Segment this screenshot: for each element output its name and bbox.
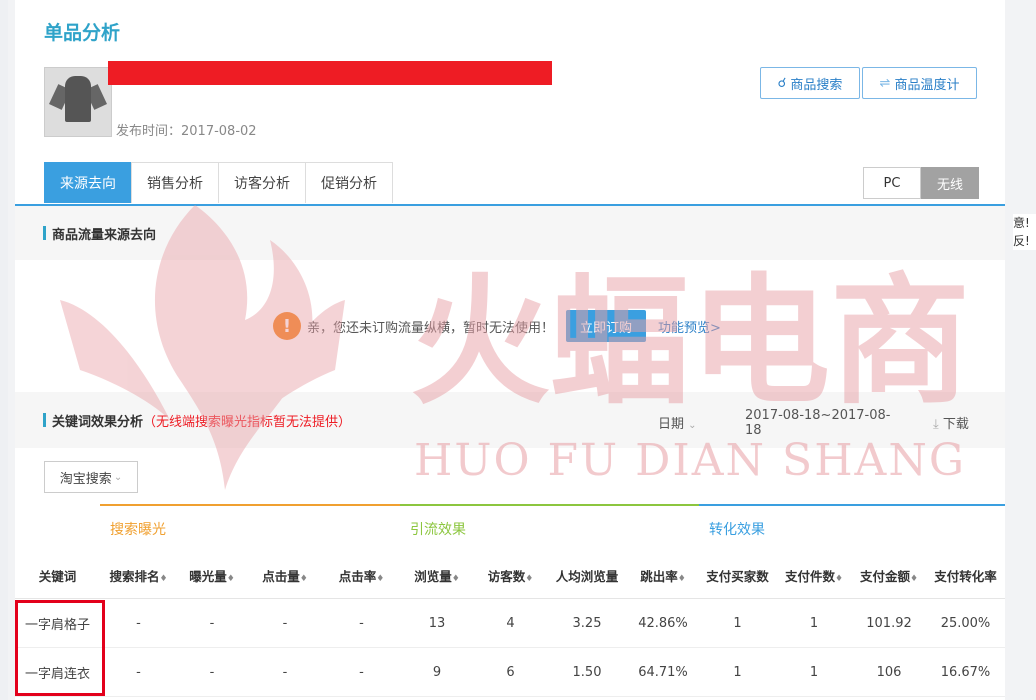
col-exposure[interactable]: 曝光量♦ bbox=[177, 552, 247, 599]
cell: 1 bbox=[699, 647, 776, 697]
cell: - bbox=[323, 647, 400, 697]
cell: - bbox=[100, 647, 177, 697]
search-icon: ☌ bbox=[777, 75, 787, 91]
sort-icon: ♦ bbox=[525, 573, 534, 584]
col-ctr[interactable]: 点击率♦ bbox=[323, 552, 400, 599]
date-label: 日期 bbox=[658, 417, 685, 432]
col-bounce-rate[interactable]: 跳出率♦ bbox=[627, 552, 699, 599]
side-feedback-fragment[interactable]: 意! 反! bbox=[1013, 214, 1036, 250]
cell: 4 bbox=[474, 598, 547, 648]
product-thumbnail[interactable] bbox=[44, 67, 112, 137]
notice-text: 亲，您还未订购流量纵横，暂时无法使用！ bbox=[307, 320, 555, 336]
keyword-table: 搜索曝光 引流效果 转化效果 关键词 搜索排名♦ 曝光量♦ 点击量♦ 点击率♦ … bbox=[15, 504, 1005, 697]
cell: 42.86% bbox=[627, 598, 699, 648]
product-thermometer-label: 商品温度计 bbox=[894, 77, 960, 93]
device-wireless-button[interactable]: 无线 bbox=[921, 167, 979, 199]
cell: - bbox=[323, 598, 400, 648]
sort-icon: ♦ bbox=[299, 573, 308, 584]
sort-icon: ♦ bbox=[677, 573, 686, 584]
device-switch: PC 无线 bbox=[863, 167, 979, 199]
tab-sales[interactable]: 销售分析 bbox=[131, 162, 219, 203]
product-search-label: 商品搜索 bbox=[790, 77, 843, 93]
cell: 1 bbox=[699, 598, 776, 648]
cell: - bbox=[177, 598, 247, 648]
col-pageviews[interactable]: 浏览量♦ bbox=[400, 552, 474, 599]
main-panel: 单品分析 发布时间：2017-08-02 ☌ 商品搜索 ⇌ 商品温度计 来源去向… bbox=[15, 0, 1005, 700]
flow-section-header: 商品流量来源去向 bbox=[15, 206, 1005, 260]
feature-preview-link[interactable]: 功能预览> bbox=[658, 317, 721, 336]
product-search-button[interactable]: ☌ 商品搜索 bbox=[760, 67, 860, 99]
sort-icon: ♦ bbox=[451, 573, 460, 584]
sort-icon: ♦ bbox=[226, 573, 235, 584]
publish-time: 发布时间：2017-08-02 bbox=[116, 124, 257, 139]
col-paid-items[interactable]: 支付件数♦ bbox=[776, 552, 852, 599]
cell: - bbox=[177, 647, 247, 697]
redacted-product-name bbox=[108, 61, 552, 85]
cell: - bbox=[100, 598, 177, 648]
flow-section-title: 商品流量来源去向 bbox=[52, 227, 157, 243]
download-icon: ⤓ bbox=[933, 417, 939, 432]
cell: 1 bbox=[776, 647, 852, 697]
page-title: 单品分析 bbox=[44, 22, 121, 44]
analysis-tabs: 来源去向 销售分析 访客分析 促销分析 bbox=[44, 162, 393, 204]
group-header-exposure: 搜索曝光 bbox=[100, 504, 400, 552]
product-thermometer-button[interactable]: ⇌ 商品温度计 bbox=[862, 67, 977, 99]
cell: 64.71% bbox=[627, 647, 699, 697]
table-row: 一字肩连衣 - - - - 9 6 1.50 64.71% 1 1 106 16… bbox=[15, 647, 1005, 697]
group-header-blank bbox=[15, 505, 100, 552]
warning-icon: ! bbox=[273, 312, 301, 340]
cell: 106 bbox=[852, 647, 926, 697]
sort-icon: ♦ bbox=[376, 573, 385, 584]
col-avg-pageviews: 人均浏览量 bbox=[547, 552, 627, 599]
col-search-rank[interactable]: 搜索排名♦ bbox=[100, 552, 177, 599]
tab-promotion[interactable]: 促销分析 bbox=[305, 162, 393, 203]
download-button[interactable]: ⤓ 下载 bbox=[933, 413, 969, 432]
swap-icon: ⇌ bbox=[879, 75, 891, 91]
cell: 13 bbox=[400, 598, 474, 648]
cell: 1 bbox=[776, 598, 852, 648]
device-pc-button[interactable]: PC bbox=[863, 167, 921, 199]
keyword-section-note: （无线端搜索曝光指标暂无法提供） bbox=[143, 414, 352, 430]
tab-source[interactable]: 来源去向 bbox=[44, 162, 132, 203]
col-paid-amount[interactable]: 支付金额♦ bbox=[852, 552, 926, 599]
search-source-value: 淘宝搜索 bbox=[59, 471, 112, 487]
table-row: 一字肩格子 - - - - 13 4 3.25 42.86% 1 1 101.9… bbox=[15, 598, 1005, 648]
tab-visitors[interactable]: 访客分析 bbox=[218, 162, 306, 203]
col-visitors[interactable]: 访客数♦ bbox=[474, 552, 547, 599]
sort-icon: ♦ bbox=[909, 573, 919, 584]
left-strip bbox=[0, 0, 8, 700]
group-header-conversion: 转化效果 bbox=[699, 504, 1005, 552]
cell: 9 bbox=[400, 647, 474, 697]
sort-icon: ♦ bbox=[159, 573, 168, 584]
side-fragment-line1: 意! bbox=[1013, 216, 1030, 230]
cell: - bbox=[247, 598, 323, 648]
highlight-box bbox=[15, 600, 105, 696]
table-header-row: 关键词 搜索排名♦ 曝光量♦ 点击量♦ 点击率♦ 浏览量♦ 访客数♦ 人均浏览量… bbox=[15, 552, 1005, 599]
date-range-line1: 2017-08-18~2017-08- bbox=[745, 408, 891, 423]
keyword-section-title: 关键词效果分析 bbox=[52, 414, 144, 430]
search-source-select[interactable]: 淘宝搜索 ⌄ bbox=[44, 461, 138, 493]
date-dropdown[interactable]: 日期 ⌄ bbox=[658, 413, 697, 432]
date-range: 2017-08-18~2017-08- 18 bbox=[745, 408, 890, 438]
date-range-line2: 18 bbox=[745, 423, 762, 438]
cell: 101.92 bbox=[852, 598, 926, 648]
side-fragment-line2: 反! bbox=[1013, 234, 1030, 248]
col-paying-buyers: 支付买家数 bbox=[699, 552, 776, 599]
cell: 25.00% bbox=[926, 598, 1005, 648]
cell: 6 bbox=[474, 647, 547, 697]
cell: 16.67% bbox=[926, 647, 1005, 697]
chevron-down-icon: ⌄ bbox=[688, 420, 697, 431]
cell: 1.50 bbox=[547, 647, 627, 697]
sort-icon: ♦ bbox=[834, 573, 844, 584]
col-clicks[interactable]: 点击量♦ bbox=[247, 552, 323, 599]
col-keyword: 关键词 bbox=[15, 552, 100, 599]
group-header-traffic: 引流效果 bbox=[400, 504, 699, 552]
order-now-button[interactable]: 立即订购 bbox=[566, 310, 647, 342]
download-label: 下载 bbox=[942, 417, 969, 432]
subscription-notice: ! 亲，您还未订购流量纵横，暂时无法使用！ 立即订购 功能预览> bbox=[273, 310, 721, 342]
col-pay-conversion: 支付转化率 bbox=[926, 552, 1005, 599]
cell: 3.25 bbox=[547, 598, 627, 648]
cell: - bbox=[247, 647, 323, 697]
chevron-down-icon: ⌄ bbox=[113, 471, 123, 483]
